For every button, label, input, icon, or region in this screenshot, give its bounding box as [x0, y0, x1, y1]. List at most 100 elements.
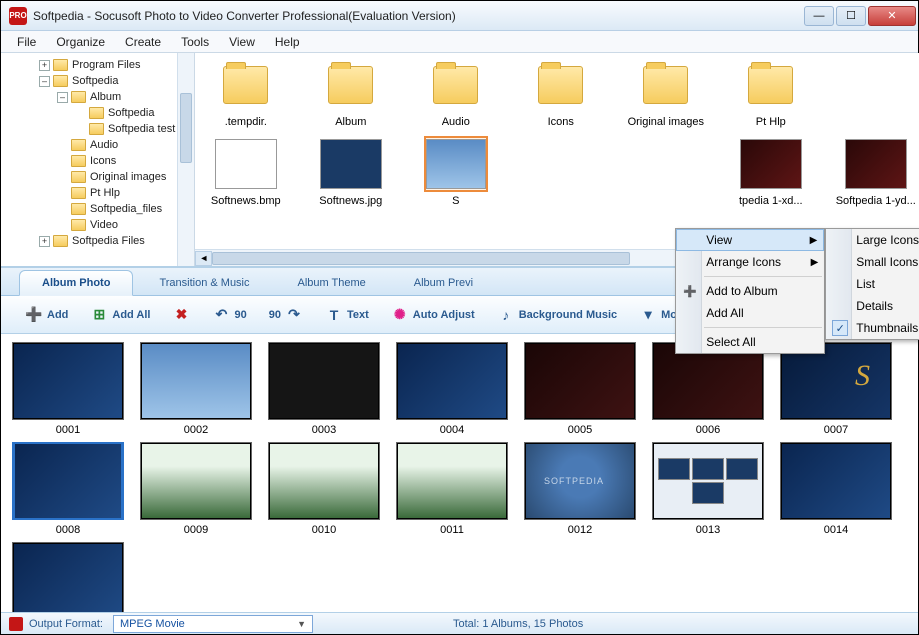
rotate-right-button[interactable]: 90↷: [263, 302, 309, 328]
minimize-button[interactable]: —: [804, 6, 834, 26]
expand-icon[interactable]: +: [39, 60, 50, 71]
photo-label: 0007: [824, 424, 848, 436]
menu-file[interactable]: File: [7, 31, 46, 52]
album-item[interactable]: 0001: [11, 342, 125, 436]
close-button[interactable]: ✕: [868, 6, 916, 26]
tab-album-theme[interactable]: Album Theme: [276, 271, 388, 295]
ctx-list[interactable]: List: [826, 273, 919, 295]
photo-thumb: [14, 544, 122, 612]
browser-item[interactable]: Softnews.jpg: [308, 136, 393, 207]
delete-button[interactable]: ✖: [166, 302, 196, 328]
tree-node[interactable]: Icons: [90, 155, 116, 167]
browser-item[interactable]: .tempdir.: [203, 57, 288, 128]
album-item[interactable]: 0006: [651, 342, 765, 436]
expand-icon[interactable]: +: [39, 236, 50, 247]
collapse-icon[interactable]: –: [39, 76, 50, 87]
separator: [704, 327, 822, 328]
ctx-add-all[interactable]: Add All: [676, 302, 824, 324]
tree-node[interactable]: Softpedia test: [108, 123, 175, 135]
ctx-large-icons[interactable]: Large Icons: [826, 229, 919, 251]
album-item[interactable]: 0007: [779, 342, 893, 436]
tree-node[interactable]: Pt Hlp: [90, 187, 120, 199]
image-thumb: [215, 139, 277, 189]
collapse-icon[interactable]: –: [57, 92, 68, 103]
ctx-small-icons[interactable]: Small Icons: [826, 251, 919, 273]
tree-node[interactable]: Program Files: [72, 59, 140, 71]
album-item[interactable]: 0014: [779, 442, 893, 536]
tree-node[interactable]: Album: [90, 91, 121, 103]
ctx-select-all[interactable]: Select All: [676, 331, 824, 353]
folder-tree[interactable]: +Program Files –Softpedia –Album Softped…: [1, 53, 177, 266]
browser-item-selected[interactable]: S: [413, 136, 498, 207]
ctx-view[interactable]: View▶: [676, 229, 824, 251]
tab-album-photo[interactable]: Album Photo: [19, 270, 133, 296]
tree-node[interactable]: Softpedia_files: [90, 203, 162, 215]
photo-thumb: [15, 444, 121, 518]
image-thumb: [426, 139, 486, 189]
menu-view[interactable]: View: [219, 31, 265, 52]
rotate-left-button[interactable]: ↶90: [206, 302, 252, 328]
scroll-left-button[interactable]: ◄: [195, 251, 212, 266]
maximize-button[interactable]: ☐: [836, 6, 866, 26]
album-item-selected[interactable]: 0008: [11, 442, 125, 536]
add-all-button[interactable]: ⊞Add All: [84, 302, 156, 328]
add-button[interactable]: ➕Add: [19, 302, 74, 328]
album-pane[interactable]: 0001 0002 0003 0004 0005 0006 0007 0008 …: [1, 334, 918, 612]
folder-icon: [223, 66, 268, 104]
image-thumb: [740, 139, 802, 189]
photo-thumb: [14, 344, 122, 418]
tree-node[interactable]: Softpedia: [108, 107, 154, 119]
tree-node[interactable]: Original images: [90, 171, 166, 183]
ctx-arrange-icons[interactable]: Arrange Icons▶: [676, 251, 824, 273]
auto-adjust-button[interactable]: ✺Auto Adjust: [385, 302, 481, 328]
album-item[interactable]: 0003: [267, 342, 381, 436]
browser-item[interactable]: Softpedia 1-yd...: [833, 136, 918, 207]
ctx-thumbnails[interactable]: ✓Thumbnails: [826, 317, 919, 339]
output-format-dropdown[interactable]: MPEG Movie ▼: [113, 615, 313, 633]
album-item[interactable]: [11, 542, 125, 612]
photo-thumb: [526, 344, 634, 418]
output-format-label: Output Format:: [29, 618, 103, 630]
folder-icon: [538, 66, 583, 104]
menu-create[interactable]: Create: [115, 31, 171, 52]
app-icon: PRO: [9, 7, 27, 25]
photo-label: 0009: [184, 524, 208, 536]
tab-transition-music[interactable]: Transition & Music: [137, 271, 271, 295]
folder-icon: [71, 171, 86, 183]
browser-item[interactable]: Original images: [623, 57, 708, 128]
album-item[interactable]: 0002: [139, 342, 253, 436]
album-item[interactable]: 0011: [395, 442, 509, 536]
menu-help[interactable]: Help: [265, 31, 310, 52]
album-item[interactable]: 0012: [523, 442, 637, 536]
ctx-details[interactable]: Details: [826, 295, 919, 317]
browser-item[interactable]: Softnews.bmp: [203, 136, 288, 207]
tab-album-preview[interactable]: Album Previ: [392, 271, 495, 295]
folder-icon: [53, 59, 68, 71]
browser-item[interactable]: Audio: [413, 57, 498, 128]
browser-scroll[interactable]: .tempdir. Album Audio Icons Original ima…: [195, 53, 919, 249]
background-music-button[interactable]: ♪Background Music: [491, 302, 623, 328]
menu-tools[interactable]: Tools: [171, 31, 219, 52]
folder-icon: [89, 123, 104, 135]
scrollbar-thumb[interactable]: [212, 252, 630, 265]
tree-node[interactable]: Video: [90, 219, 118, 231]
tree-node[interactable]: Audio: [90, 139, 118, 151]
folder-icon: [433, 66, 478, 104]
ctx-add-to-album[interactable]: ➕Add to Album: [676, 280, 824, 302]
album-item[interactable]: 0009: [139, 442, 253, 536]
album-item[interactable]: 0004: [395, 342, 509, 436]
menu-organize[interactable]: Organize: [46, 31, 115, 52]
browser-item[interactable]: Pt Hlp: [728, 57, 813, 128]
browser-item[interactable]: Album: [308, 57, 393, 128]
browser-item[interactable]: tpedia 1-xd...: [728, 136, 813, 207]
tree-node[interactable]: Softpedia: [72, 75, 118, 87]
folder-icon: [53, 235, 68, 247]
scrollbar-thumb[interactable]: [180, 93, 192, 163]
tree-node[interactable]: Softpedia Files: [72, 235, 145, 247]
album-item[interactable]: 0005: [523, 342, 637, 436]
browser-item[interactable]: Icons: [518, 57, 603, 128]
tree-scrollbar[interactable]: [177, 53, 194, 266]
text-button[interactable]: TText: [319, 302, 375, 328]
album-item[interactable]: 0010: [267, 442, 381, 536]
album-item[interactable]: 0013: [651, 442, 765, 536]
